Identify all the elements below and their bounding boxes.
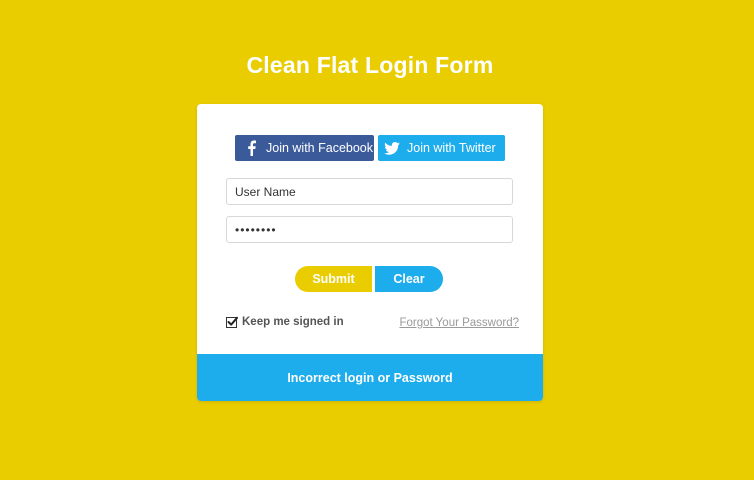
remember-me: Keep me signed in [226,316,344,328]
clear-button[interactable]: Clear [375,266,443,292]
join-twitter-button[interactable]: Join with Twitter [378,135,505,161]
password-input[interactable] [226,216,513,243]
login-card: Join with Facebook Join with Twitter Sub… [197,104,543,401]
join-facebook-button[interactable]: Join with Facebook [235,135,374,161]
checkmark-icon [227,316,238,326]
remember-me-checkbox[interactable] [226,316,238,328]
submit-button[interactable]: Submit [295,266,372,292]
error-message-bar: Incorrect login or Password [197,354,543,401]
twitter-button-label: Join with Twitter [407,141,496,155]
social-login-row: Join with Facebook Join with Twitter [235,135,505,161]
facebook-button-label: Join with Facebook [266,141,374,155]
twitter-icon [384,139,400,157]
forgot-password-link[interactable]: Forgot Your Password? [399,317,519,329]
remember-me-label: Keep me signed in [242,316,344,328]
page-title: Clean Flat Login Form [246,52,494,78]
error-message: Incorrect login or Password [287,370,453,385]
facebook-icon [243,139,259,157]
form-actions: Submit Clear [295,266,443,292]
username-input[interactable] [226,178,513,205]
